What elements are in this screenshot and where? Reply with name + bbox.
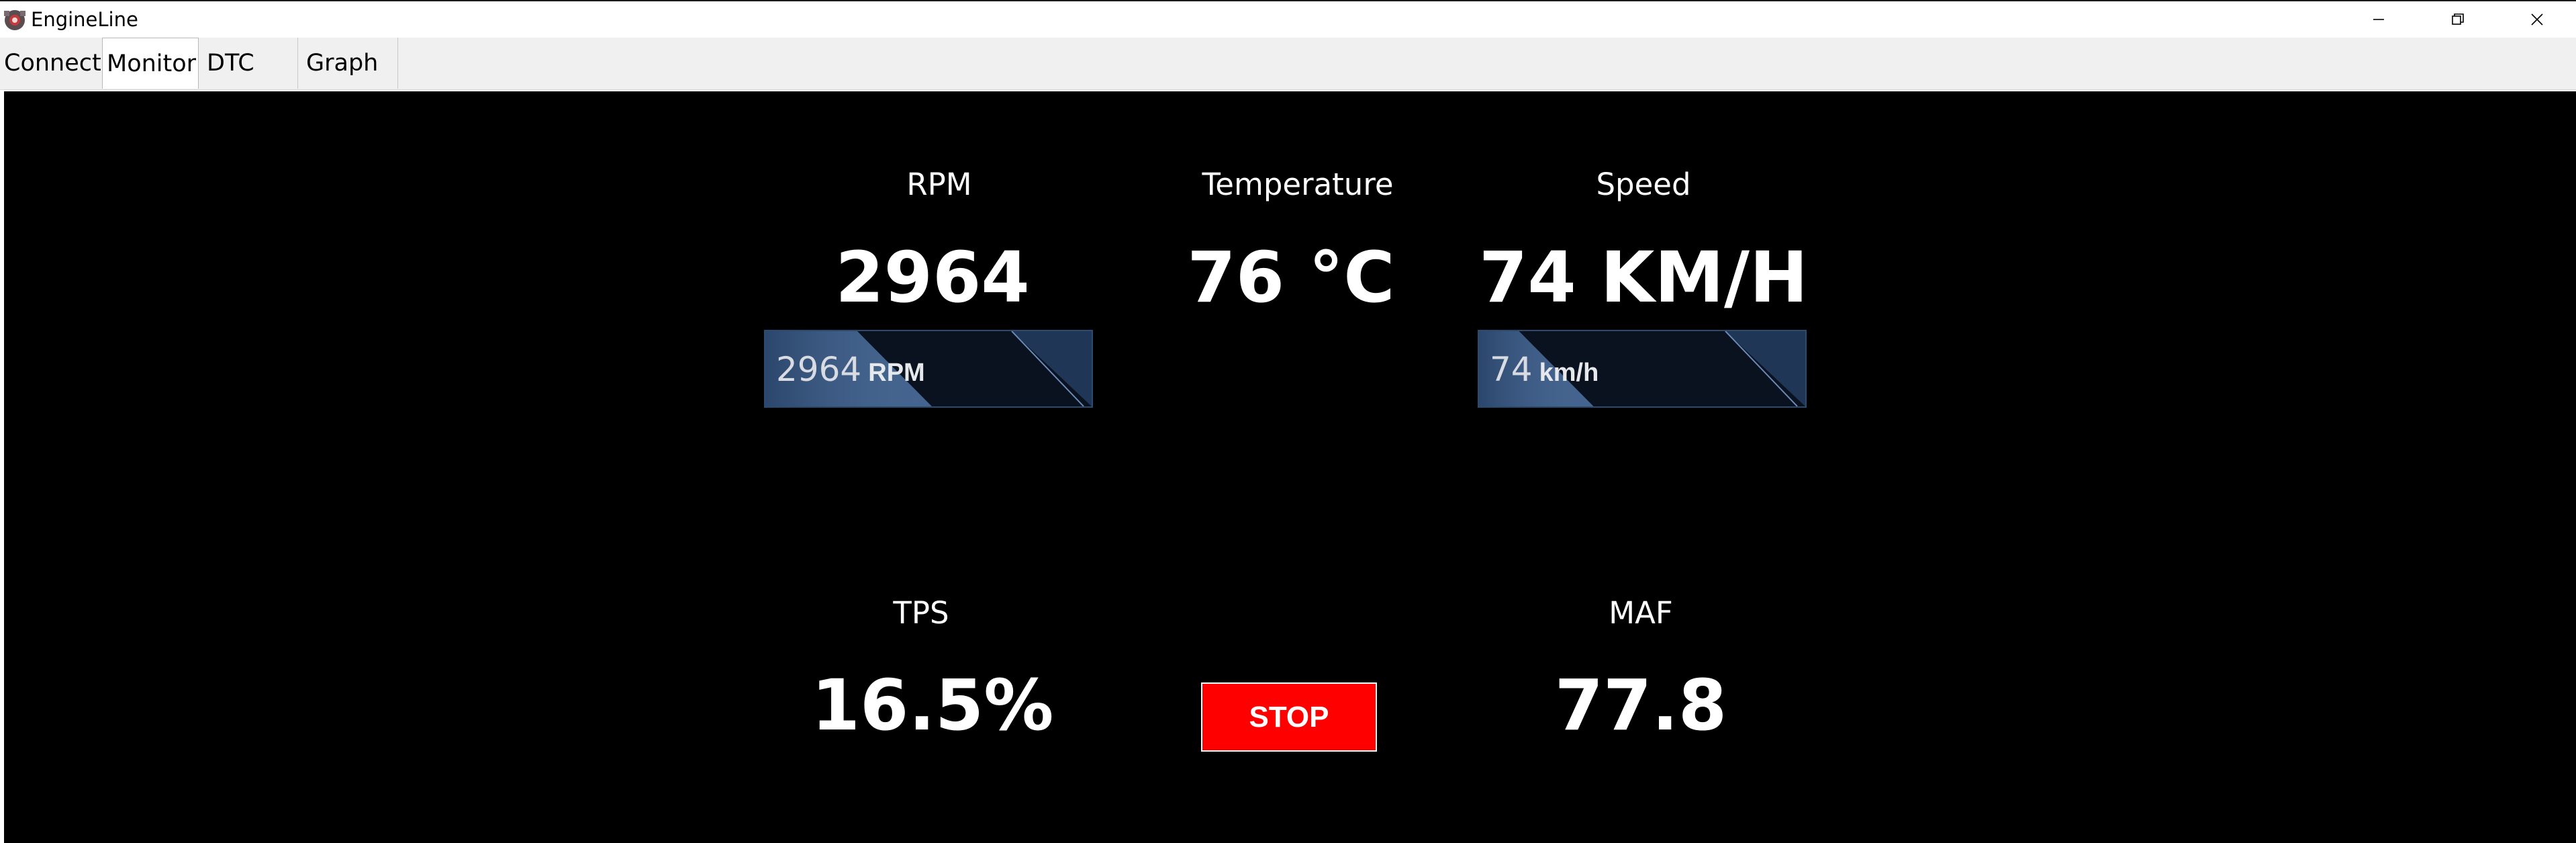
speed-bar-gauge: 74 km/h xyxy=(1478,330,1807,408)
title-bar: EngineLine xyxy=(0,0,2576,38)
engine-logo-icon xyxy=(4,10,26,30)
restore-icon xyxy=(2452,13,2464,25)
window-title: EngineLine xyxy=(31,8,138,31)
tab-monitor[interactable]: Monitor xyxy=(102,38,199,89)
tab-connect[interactable]: Connect xyxy=(0,38,102,89)
monitor-panel: RPM 2964 2964 RPM Temperature 76 °C Speed… xyxy=(4,91,2576,843)
tps-value: 16.5% xyxy=(811,664,1054,746)
tab-bar: Connect Monitor DTC Graph xyxy=(0,38,2576,90)
stop-button[interactable]: STOP xyxy=(1201,682,1377,752)
restore-button[interactable] xyxy=(2418,1,2497,38)
rpm-bar-gauge: 2964 RPM xyxy=(764,330,1093,408)
tab-graph[interactable]: Graph xyxy=(302,38,398,89)
speed-bar-unit: km/h xyxy=(1539,359,1599,387)
speed-bar-value: 74 xyxy=(1490,350,1533,389)
speed-value: 74 KM/H xyxy=(1478,236,1809,318)
tps-label: TPS xyxy=(893,595,949,631)
rpm-bar-unit: RPM xyxy=(868,359,925,387)
tab-dtc[interactable]: DTC xyxy=(203,38,298,89)
rpm-bar-value: 2964 xyxy=(776,350,862,389)
close-icon xyxy=(2531,13,2543,26)
close-button[interactable] xyxy=(2497,1,2576,38)
minimize-icon xyxy=(2373,19,2384,20)
rpm-label: RPM xyxy=(906,167,972,202)
minimize-button[interactable] xyxy=(2339,1,2418,38)
maf-label: MAF xyxy=(1609,595,1673,631)
maf-value: 77.8 xyxy=(1554,664,1727,746)
speed-label: Speed xyxy=(1596,167,1691,202)
temperature-label: Temperature xyxy=(1202,167,1394,202)
